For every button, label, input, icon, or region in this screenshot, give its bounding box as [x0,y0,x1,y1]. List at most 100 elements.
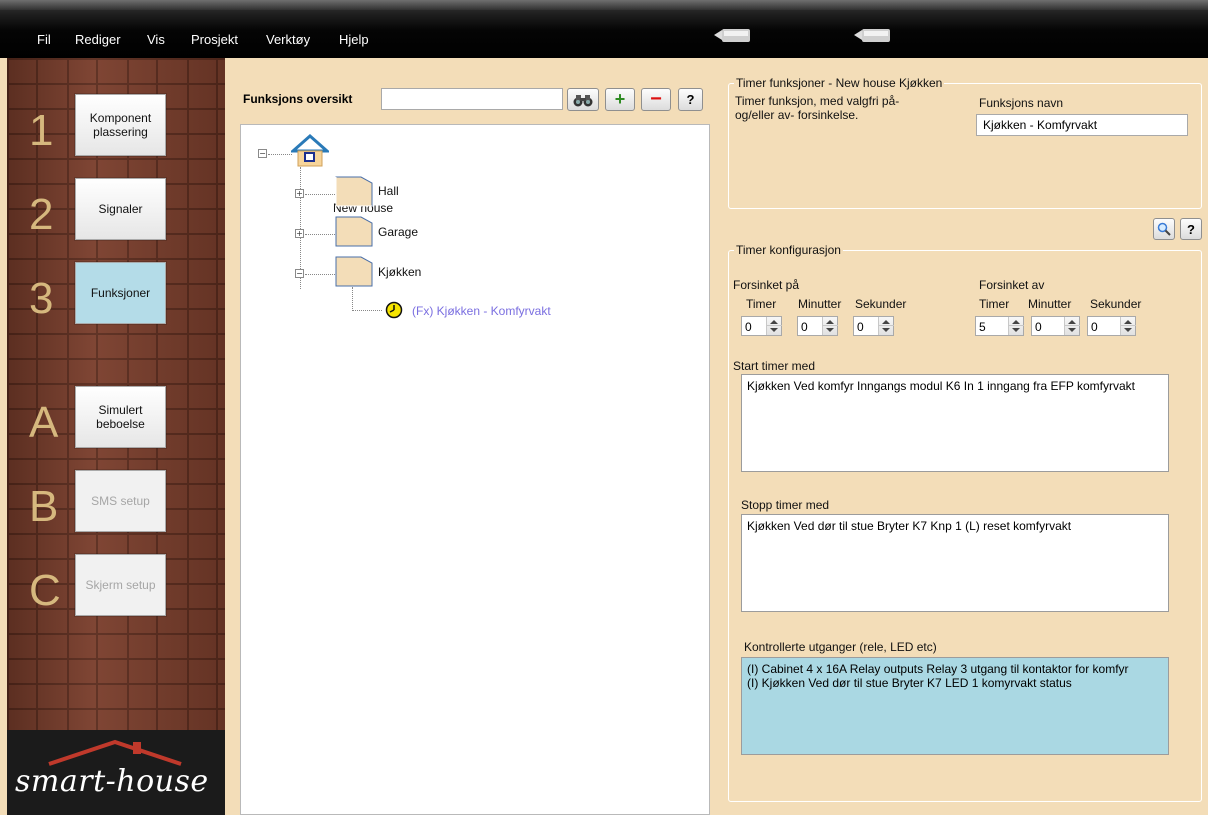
menu-rediger[interactable]: Rediger [75,32,121,47]
function-overview-label: Funksjons oversikt [243,92,353,106]
tree-connector [305,274,335,275]
spinner-value: 0 [745,320,752,334]
start-timer-list[interactable]: Kjøkken Ved komfyr Inngangs modul K6 In … [741,374,1169,472]
remove-function-button[interactable]: − [641,88,671,111]
delay-off-hours-label: Timer [979,297,1010,311]
delay-on-title: Forsinket på [733,278,800,292]
spinner-buttons[interactable] [1064,317,1080,335]
config-help-button[interactable]: ? [1180,218,1202,240]
timer-settings-panel: Timer funksjoner - New house Kjøkken Tim… [722,68,1208,815]
timer-config-title: Timer konfigurasjon [734,243,843,257]
list-item[interactable]: (I) Kjøkken Ved dør til stue Bryter K7 L… [747,676,1163,690]
folder-icon [335,176,373,207]
step-button-signaler[interactable]: Signaler [75,178,166,240]
menu-fil[interactable]: Fil [37,32,51,47]
find-button[interactable] [567,88,599,111]
delay-on-seconds-spinner[interactable]: 0 [853,316,894,336]
menu-verktoy[interactable]: Verktøy [266,32,310,47]
tree-connector [352,287,353,311]
start-timer-label: Start timer med [733,359,816,373]
delay-off-seconds-label: Sekunder [1090,297,1142,311]
tree-function-item[interactable]: (Fx) Kjøkken - Komfyrvakt [412,304,551,318]
folder-icon [335,216,373,247]
minus-icon: − [650,88,662,110]
list-item[interactable]: Kjøkken Ved komfyr Inngangs modul K6 In … [747,379,1163,393]
menu-hjelp[interactable]: Hjelp [339,32,369,47]
step-letter-b: B [29,482,59,531]
stop-timer-label: Stopp timer med [741,498,830,512]
spinner-value: 0 [1035,320,1042,334]
delay-off-title: Forsinket av [979,278,1045,292]
tree-connector [305,194,335,195]
function-overview-panel: Funksjons oversikt + − ? − New house + H… [233,68,714,815]
function-search-input[interactable] [381,88,563,110]
tree-connector [305,234,335,235]
function-name-label: Funksjons navn [979,96,1064,110]
plus-icon: + [614,89,626,109]
controlled-outputs-label: Kontrollerte utganger (rele, LED etc) [744,640,937,654]
step-button-skjerm-setup[interactable]: Skjerm setup [75,554,166,616]
list-item[interactable]: (I) Cabinet 4 x 16A Relay outputs Relay … [747,662,1163,676]
function-name-input[interactable] [976,114,1188,136]
step-number-2: 2 [29,190,54,239]
stop-timer-list[interactable]: Kjøkken Ved dør til stue Bryter K7 Knp 1… [741,514,1169,612]
tree-room-label[interactable]: Hall [378,184,399,198]
folder-icon [335,256,373,287]
spinner-value: 0 [857,320,864,334]
expand-icon[interactable]: + [295,229,304,238]
spinner-value: 0 [1091,320,1098,334]
tree-room-label[interactable]: Garage [378,225,418,239]
controlled-outputs-list[interactable]: (I) Cabinet 4 x 16A Relay outputs Relay … [741,657,1169,755]
delay-on-minutes-spinner[interactable]: 0 [797,316,838,336]
help-icon: ? [686,92,695,107]
zoom-button[interactable] [1153,218,1175,240]
collapse-icon[interactable]: − [258,149,267,158]
binoculars-icon [573,94,593,106]
delay-off-minutes-spinner[interactable]: 0 [1031,316,1080,336]
step-button-sms-setup[interactable]: SMS setup [75,470,166,532]
delay-off-seconds-spinner[interactable]: 0 [1087,316,1136,336]
tree-connector [268,154,292,155]
spinner-buttons[interactable] [1120,317,1136,335]
step-button-komponent-plassering[interactable]: Komponent plassering [75,94,166,156]
step-sidebar: 1 Komponent plassering 2 Signaler 3 Funks… [7,58,225,815]
spinner-buttons[interactable] [822,317,838,335]
step-label: SMS setup [91,494,150,508]
function-tree[interactable]: − New house + Hall + Garage − Kjøkken (F… [240,124,710,815]
smart-house-logo: smart-house [7,730,225,815]
step-number-3: 3 [29,274,54,323]
menu-vis[interactable]: Vis [147,32,165,47]
timer-icon [385,301,403,319]
step-label: Skjerm setup [85,578,156,592]
expand-icon[interactable]: + [295,189,304,198]
step-button-simulert-beboelse[interactable]: Simulert beboelse [75,386,166,448]
delay-off-minutes-label: Minutter [1028,297,1072,311]
step-label-line1: Komponent [89,111,152,125]
spinner-buttons[interactable] [878,317,894,335]
step-label: Signaler [98,202,143,216]
tree-room-label[interactable]: Kjøkken [378,265,421,279]
step-label-line1: Simulert [98,403,143,417]
spinner-value: 0 [801,320,808,334]
house-icon [291,134,329,167]
delay-on-hours-label: Timer [746,297,777,311]
delay-off-hours-spinner[interactable]: 5 [975,316,1024,336]
forward-arrow-icon[interactable] [852,25,892,45]
step-letter-a: A [29,398,59,447]
step-button-funksjoner[interactable]: Funksjoner [75,262,166,324]
delay-on-minutes-label: Minutter [798,297,842,311]
spinner-value: 5 [979,320,986,334]
timer-group-title: Timer funksjoner - New house Kjøkken [734,76,945,90]
step-label: Funksjoner [90,286,151,300]
back-arrow-icon[interactable] [712,25,752,45]
delay-on-hours-spinner[interactable]: 0 [741,316,782,336]
help-button[interactable]: ? [678,88,703,111]
timer-description-line2: og/eller av- forsinkelse. [735,108,859,122]
step-number-1: 1 [29,106,54,155]
spinner-buttons[interactable] [766,317,782,335]
collapse-icon[interactable]: − [295,269,304,278]
spinner-buttons[interactable] [1008,317,1024,335]
list-item[interactable]: Kjøkken Ved dør til stue Bryter K7 Knp 1… [747,519,1163,533]
menu-prosjekt[interactable]: Prosjekt [191,32,238,47]
add-function-button[interactable]: + [605,88,635,111]
